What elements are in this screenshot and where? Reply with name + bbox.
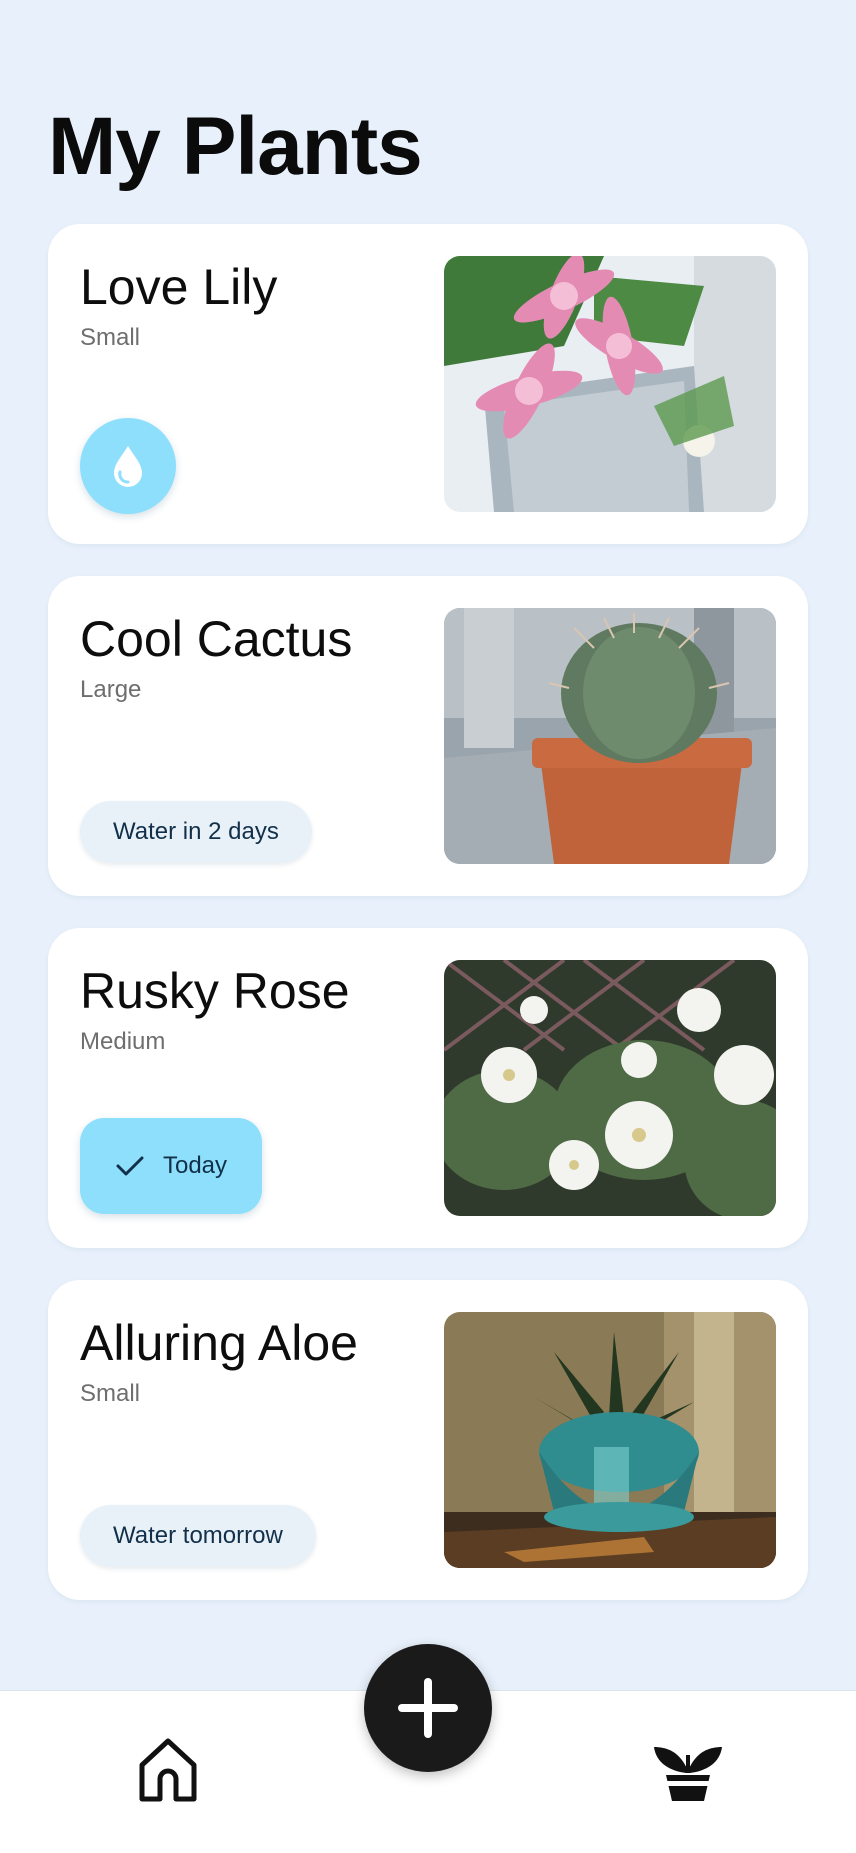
plant-card-cool-cactus[interactable]: Cool Cactus Large Water in 2 days <box>48 576 808 896</box>
plant-name: Cool Cactus <box>80 611 353 667</box>
plant-name: Love Lily <box>80 259 278 315</box>
plant-card-alluring-aloe[interactable]: Alluring Aloe Small Water tomorrow <box>48 1280 808 1600</box>
watering-status-pill[interactable]: Water in 2 days <box>80 801 312 863</box>
plant-photo <box>444 256 776 512</box>
checkmark-icon <box>116 1156 144 1176</box>
potted-plant-icon <box>654 1747 722 1801</box>
plant-name: Alluring Aloe <box>80 1315 358 1371</box>
plant-name: Rusky Rose <box>80 963 350 1019</box>
plant-size: Small <box>80 324 141 351</box>
today-label: Today <box>162 1152 228 1179</box>
nav-plants-button[interactable] <box>652 1741 724 1803</box>
plant-photo <box>444 960 776 1216</box>
plant-photo <box>444 608 776 864</box>
plus-icon <box>398 1678 458 1738</box>
plant-size: Small <box>80 1380 141 1407</box>
plant-size: Medium <box>80 1028 166 1055</box>
page-title: My Plants <box>48 101 423 192</box>
plant-size: Large <box>80 676 142 703</box>
plant-card-love-lily[interactable]: Love Lily Small <box>48 224 808 544</box>
home-icon <box>139 1738 197 1802</box>
water-drop-icon <box>114 446 142 487</box>
water-now-button[interactable] <box>80 418 176 514</box>
plant-card-rusky-rose[interactable]: Rusky Rose Medium Today <box>48 928 808 1248</box>
plant-photo <box>444 1312 776 1568</box>
add-plant-button[interactable] <box>364 1644 492 1772</box>
watered-today-button[interactable]: Today <box>80 1118 262 1214</box>
nav-home-button[interactable] <box>136 1737 200 1803</box>
watering-status-pill[interactable]: Water tomorrow <box>80 1505 316 1567</box>
